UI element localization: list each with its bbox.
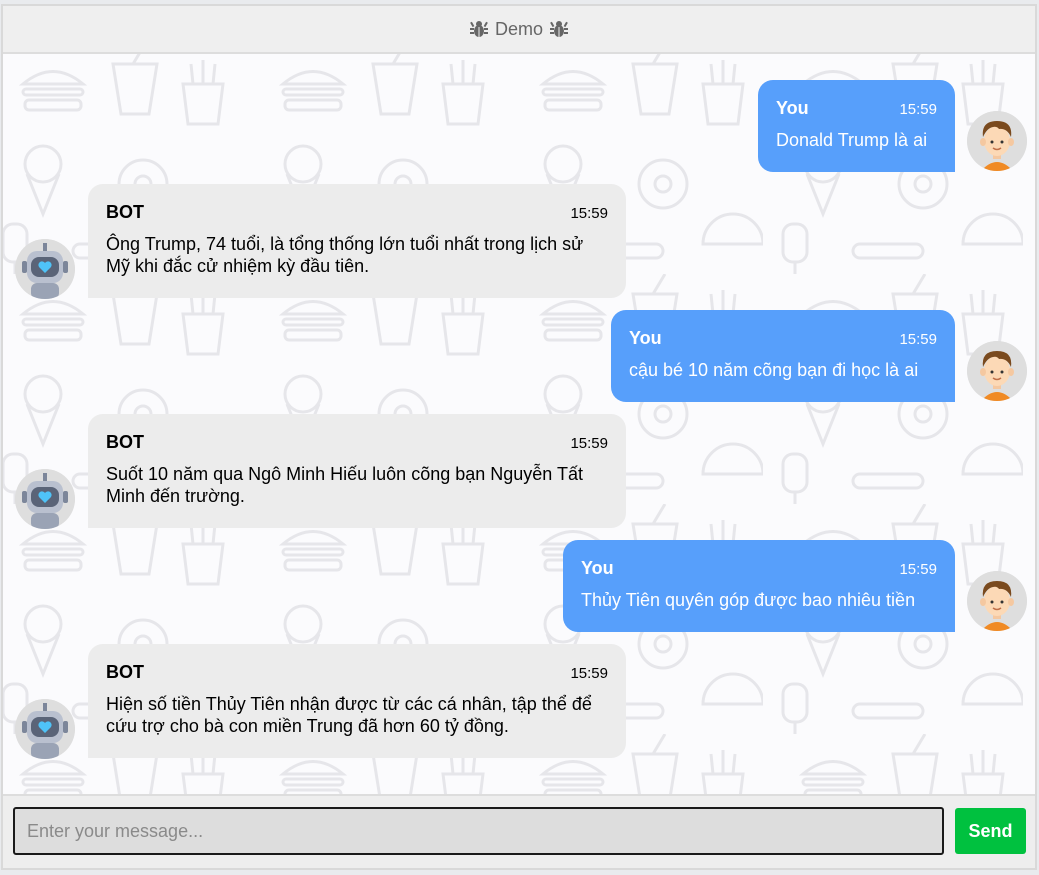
message-row: BOT 15:59 Suốt 10 năm qua Ngô Minh Hiếu … xyxy=(3,414,1035,529)
message-time: 15:59 xyxy=(899,101,937,118)
user-message-bubble: You 15:59 Thủy Tiên quyên góp được bao n… xyxy=(563,540,955,632)
message-sender: You xyxy=(776,98,809,118)
message-row: BOT 15:59 Hiện số tiền Thủy Tiên nhận đư… xyxy=(3,644,1035,759)
message-sender: BOT xyxy=(106,432,144,452)
message-time: 15:59 xyxy=(899,561,937,578)
user-avatar-icon xyxy=(967,111,1027,171)
message-time: 15:59 xyxy=(570,665,608,682)
user-avatar-icon xyxy=(967,571,1027,631)
chat-title: Demo xyxy=(494,18,543,39)
message-text: Ông Trump, 74 tuổi, là tổng thống lớn tu… xyxy=(106,234,584,276)
user-avatar-icon xyxy=(967,341,1027,401)
message-text: Thủy Tiên quyên góp được bao nhiêu tiền xyxy=(581,590,916,610)
user-message-bubble: You 15:59 Donald Trump là ai xyxy=(758,80,955,172)
chat-window: Demo You 15:59 Donald Trump là ai BOT 15… xyxy=(1,4,1037,870)
chat-header: Demo xyxy=(3,6,1035,54)
message-text: Hiện số tiền Thủy Tiên nhận được từ các … xyxy=(106,694,592,736)
user-message-bubble: You 15:59 cậu bé 10 năm cõng bạn đi học … xyxy=(611,310,955,402)
bot-message-bubble: BOT 15:59 Suốt 10 năm qua Ngô Minh Hiếu … xyxy=(88,414,626,528)
send-button[interactable]: Send xyxy=(955,808,1026,854)
message-text: Donald Trump là ai xyxy=(776,130,928,150)
message-row: BOT 15:59 Ông Trump, 74 tuổi, là tổng th… xyxy=(3,184,1035,299)
message-sender: You xyxy=(629,328,662,348)
message-sender: BOT xyxy=(106,662,144,682)
message-row: You 15:59 Thủy Tiên quyên góp được bao n… xyxy=(3,514,1035,644)
message-input-area: Send xyxy=(3,794,1035,868)
message-text: cậu bé 10 năm cõng bạn đi học là ai xyxy=(629,360,919,380)
message-row: You 15:59 Donald Trump là ai xyxy=(3,54,1035,184)
bot-message-bubble: BOT 15:59 Ông Trump, 74 tuổi, là tổng th… xyxy=(88,184,626,298)
message-time: 15:59 xyxy=(570,435,608,452)
message-sender: You xyxy=(581,558,614,578)
bug-icon xyxy=(550,21,568,37)
message-time: 15:59 xyxy=(570,205,608,222)
message-row: You 15:59 cậu bé 10 năm cõng bạn đi học … xyxy=(3,284,1035,414)
message-sender: BOT xyxy=(106,202,144,222)
bot-message-bubble: BOT 15:59 Hiện số tiền Thủy Tiên nhận đư… xyxy=(88,644,626,758)
bot-avatar-icon xyxy=(15,699,75,759)
message-time: 15:59 xyxy=(899,331,937,348)
chat-body[interactable]: You 15:59 Donald Trump là ai BOT 15:59 Ô… xyxy=(3,54,1035,796)
message-input[interactable] xyxy=(13,807,944,855)
message-text: Suốt 10 năm qua Ngô Minh Hiếu luôn cõng … xyxy=(106,464,583,506)
bug-icon xyxy=(469,21,488,37)
